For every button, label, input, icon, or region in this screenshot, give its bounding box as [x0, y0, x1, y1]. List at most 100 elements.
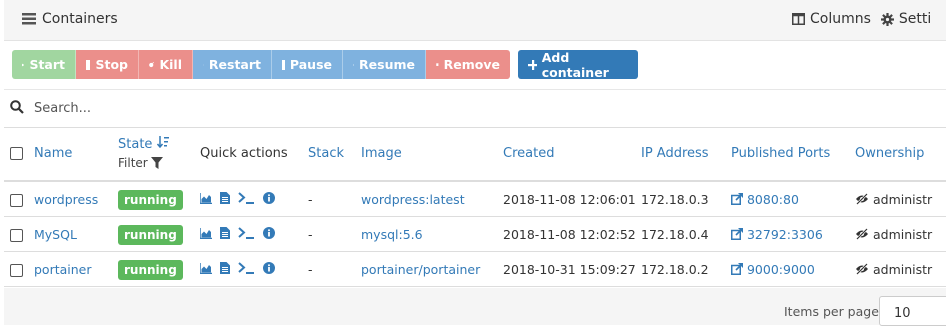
- image-link[interactable]: mysql:5.6: [361, 227, 423, 242]
- bomb-icon: [149, 59, 154, 70]
- logs-icon[interactable]: [220, 262, 230, 274]
- container-name-link[interactable]: portainer: [34, 262, 92, 277]
- ownership-value: administr: [873, 262, 932, 277]
- stack-column-header[interactable]: Stack: [308, 146, 344, 161]
- table-header-row: Name State Filter Quick actions Stack Im…: [4, 127, 946, 181]
- add-container-button[interactable]: Add container: [518, 50, 638, 79]
- settings-label: Setti: [899, 11, 931, 27]
- add-container-label: Add container: [542, 50, 628, 80]
- pause-label: Pause: [290, 57, 332, 72]
- pause-icon: [282, 60, 285, 70]
- image-link[interactable]: portainer/portainer: [361, 262, 480, 277]
- items-per-page-label: Items per page: [784, 304, 879, 319]
- columns-button[interactable]: Columns: [792, 11, 871, 27]
- stack-value: -: [308, 192, 313, 207]
- published-port-value: 9000:9000: [747, 262, 815, 277]
- published-port-link[interactable]: 32792:3306: [731, 227, 823, 242]
- eye-slash-icon: [855, 193, 869, 205]
- containers-table: Name State Filter Quick actions Stack Im…: [4, 127, 946, 287]
- published-port-value: 8080:80: [747, 192, 799, 207]
- resume-label: Resume: [359, 57, 415, 72]
- created-value: 2018-11-08 12:02:52: [503, 227, 636, 242]
- table-row: wordpress running - wordpress:latest 2018-11…: [4, 181, 946, 217]
- pause-button[interactable]: Pause: [272, 50, 343, 79]
- state-column-header[interactable]: State: [118, 137, 169, 152]
- eye-slash-icon: [855, 263, 869, 275]
- status-badge: running: [118, 225, 183, 245]
- image-column-header[interactable]: Image: [361, 146, 402, 161]
- kill-button[interactable]: Kill: [139, 50, 193, 79]
- console-icon[interactable]: [238, 192, 255, 204]
- refresh-icon: [203, 59, 204, 71]
- created-column-header[interactable]: Created: [503, 146, 554, 161]
- table-footer: Items per page 10: [4, 288, 946, 325]
- ip-column-header[interactable]: IP Address: [641, 146, 709, 161]
- ownership-column-header[interactable]: Ownership: [855, 146, 924, 161]
- state-header-label: State: [118, 137, 152, 152]
- container-name-link[interactable]: MySQL: [34, 227, 77, 242]
- info-icon[interactable]: [263, 227, 275, 239]
- name-column-header[interactable]: Name: [34, 146, 72, 161]
- stop-label: Stop: [95, 57, 128, 72]
- external-link-icon: [731, 228, 743, 240]
- row-checkbox[interactable]: [10, 264, 23, 277]
- row-checkbox[interactable]: [10, 229, 23, 242]
- filter-icon: [151, 157, 163, 169]
- containers-panel: Containers Columns Setti Start Stop Kill: [4, 0, 946, 325]
- restart-button[interactable]: Restart: [193, 50, 272, 79]
- columns-label: Columns: [810, 11, 871, 27]
- stop-icon: [86, 60, 90, 70]
- info-icon[interactable]: [263, 192, 275, 204]
- start-button[interactable]: Start: [12, 50, 76, 79]
- search-bar: [4, 89, 946, 128]
- logs-icon[interactable]: [220, 227, 230, 239]
- console-icon[interactable]: [238, 227, 255, 239]
- search-input[interactable]: [32, 96, 736, 120]
- stats-icon[interactable]: [200, 193, 212, 204]
- external-link-icon: [731, 193, 743, 205]
- panel-header: Containers Columns Setti: [4, 0, 946, 41]
- created-value: 2018-10-31 15:09:27: [503, 262, 636, 277]
- state-filter-button[interactable]: Filter: [118, 154, 169, 172]
- image-link[interactable]: wordpress:latest: [361, 192, 465, 207]
- select-all-checkbox[interactable]: [10, 147, 23, 160]
- published-port-link[interactable]: 8080:80: [731, 192, 799, 207]
- list-icon: [22, 13, 36, 25]
- settings-button[interactable]: Setti: [881, 11, 931, 27]
- items-per-page-select[interactable]: 10: [879, 296, 946, 326]
- console-icon[interactable]: [238, 262, 255, 274]
- trash-icon: [436, 59, 439, 70]
- restart-label: Restart: [209, 57, 261, 72]
- ownership-value: administr: [873, 227, 932, 242]
- created-value: 2018-11-08 12:06:01: [503, 192, 636, 207]
- stack-value: -: [308, 262, 313, 277]
- container-name-link[interactable]: wordpress: [34, 192, 98, 207]
- status-badge: running: [118, 190, 183, 210]
- eye-slash-icon: [855, 228, 869, 240]
- ip-value: 172.18.0.2: [641, 262, 709, 277]
- status-badge: running: [118, 260, 183, 280]
- remove-label: Remove: [444, 57, 500, 72]
- columns-icon: [792, 13, 805, 25]
- published-port-link[interactable]: 9000:9000: [731, 262, 815, 277]
- stats-icon[interactable]: [200, 228, 212, 239]
- row-checkbox[interactable]: [10, 194, 23, 207]
- play-icon: [353, 60, 354, 70]
- stats-icon[interactable]: [200, 263, 212, 274]
- logs-icon[interactable]: [220, 192, 230, 204]
- remove-button[interactable]: Remove: [426, 50, 510, 79]
- info-icon[interactable]: [263, 262, 275, 274]
- table-row: portainer running - portainer/portainer 2018…: [4, 252, 946, 287]
- ownership-value: administr: [873, 192, 932, 207]
- published-ports-column-header[interactable]: Published Ports: [731, 146, 830, 161]
- ip-value: 172.18.0.4: [641, 227, 709, 242]
- state-filter-label: Filter: [118, 154, 148, 172]
- panel-title: Containers: [22, 11, 118, 27]
- quick-actions-column-header: Quick actions: [200, 146, 288, 161]
- sort-icon: [157, 136, 169, 148]
- plus-icon: [528, 60, 537, 70]
- stack-value: -: [308, 227, 313, 242]
- stop-button[interactable]: Stop: [76, 50, 139, 79]
- resume-button[interactable]: Resume: [343, 50, 426, 79]
- published-port-value: 32792:3306: [747, 227, 823, 242]
